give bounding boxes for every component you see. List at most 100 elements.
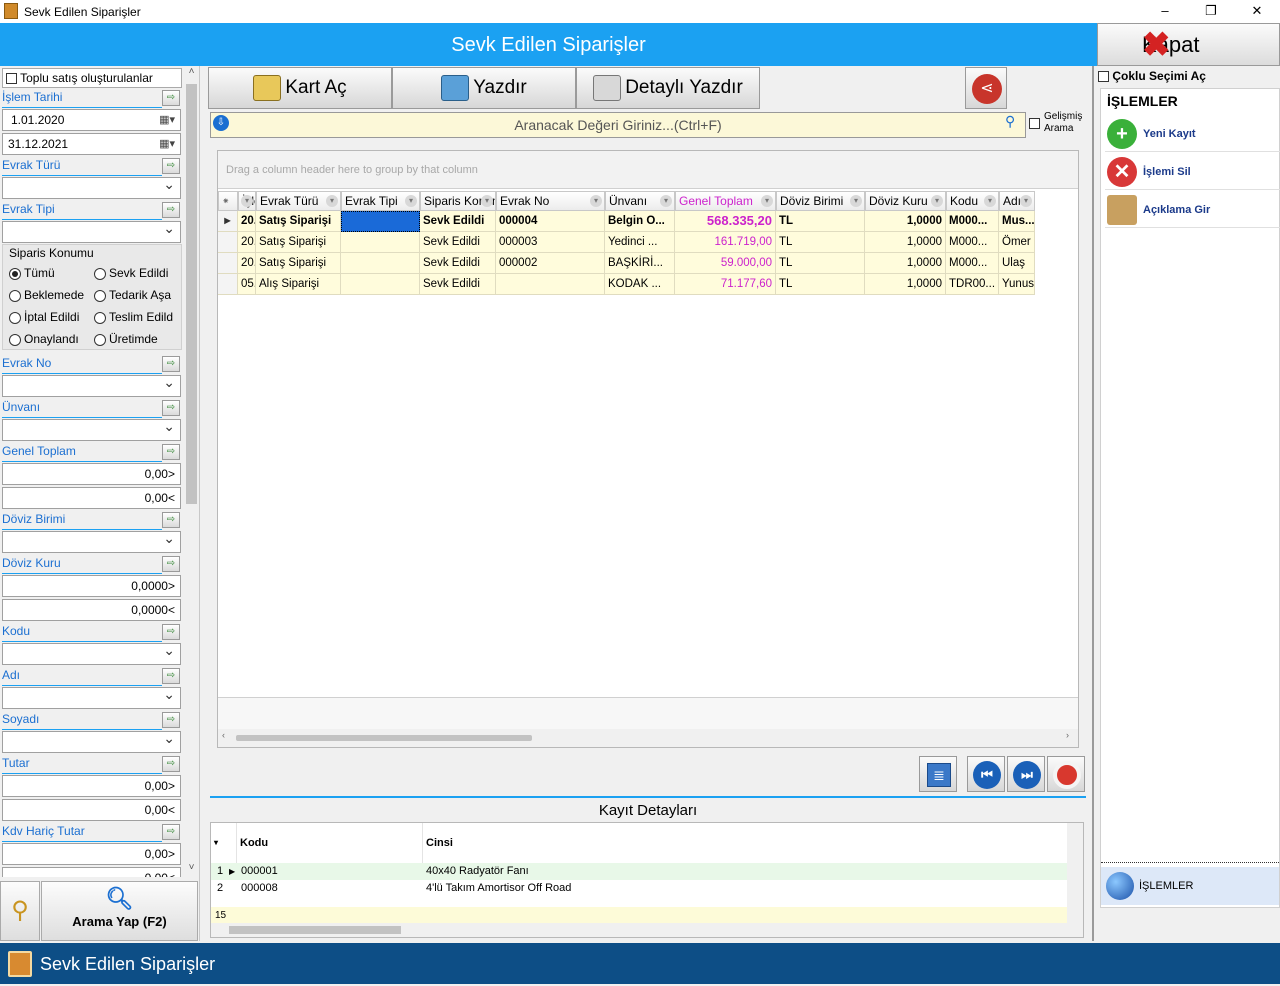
genel-toplam-min-field[interactable]: 0,00>: [2, 463, 181, 485]
table-cell[interactable]: Alış Siparişi: [256, 274, 341, 295]
doviz-birimi-filter-toggle-icon[interactable]: ⇨: [162, 512, 180, 528]
column-header[interactable]: Evrak No ▾: [496, 191, 605, 211]
add-note-button[interactable]: Açıklama Gir: [1105, 192, 1280, 228]
genel-toplam-max-field[interactable]: 0,00<: [2, 487, 181, 509]
table-row[interactable]: 20.10.2021 1...Satış Siparişi Sevk Edildi…: [218, 253, 1078, 274]
table-cell[interactable]: 71.177,60: [675, 274, 776, 295]
table-cell[interactable]: TL: [776, 211, 865, 232]
evrak-tipi-select[interactable]: [2, 218, 181, 243]
table-cell[interactable]: Yunus: [999, 274, 1035, 295]
evrak-turu-select[interactable]: [2, 174, 181, 199]
nav-islemler[interactable]: İŞLEMLER: [1101, 867, 1279, 905]
kdv-haric-filter-toggle-icon[interactable]: ⇨: [162, 824, 180, 840]
table-cell[interactable]: 1,0000: [865, 253, 946, 274]
toplu-satis-checkbox[interactable]: Toplu satış oluşturulanlar: [2, 68, 182, 88]
table-cell[interactable]: 1,0000: [865, 274, 946, 295]
grid-view-button[interactable]: ≣: [919, 756, 957, 792]
detail-vertical-scrollbar[interactable]: [1067, 823, 1083, 923]
column-header[interactable]: Genel Toplam ▾: [675, 191, 776, 211]
table-cell[interactable]: 1,0000: [865, 211, 946, 232]
delete-record-button[interactable]: ✕ İşlemi Sil: [1105, 154, 1280, 190]
filter-icon[interactable]: ▾: [660, 195, 672, 207]
doviz-kuru-max-field[interactable]: 0,0000<: [2, 599, 181, 621]
table-cell[interactable]: TL: [776, 253, 865, 274]
close-window-button[interactable]: ✕: [1234, 0, 1280, 23]
table-cell[interactable]: Ömer: [999, 232, 1035, 253]
table-cell[interactable]: Yedinci ...: [605, 232, 675, 253]
grid-scroll-thumb[interactable]: [236, 735, 532, 741]
filter-icon[interactable]: ▾: [1020, 195, 1032, 207]
date-to-field[interactable]: 31.12.2021: [2, 133, 181, 155]
radio-onaylandi[interactable]: Onaylandı: [9, 332, 79, 346]
splitter[interactable]: [1101, 862, 1279, 866]
radio-sevk-edildi[interactable]: Sevk Edildi: [94, 266, 168, 280]
radio-teslim[interactable]: Teslim Edild: [94, 310, 173, 324]
table-row[interactable]: 20.10.2021 1...Satış Siparişi Sevk Edildi…: [218, 232, 1078, 253]
radio-tedarik[interactable]: Tedarik Aşa: [94, 288, 171, 302]
adi-filter-toggle-icon[interactable]: ⇨: [162, 668, 180, 684]
date-from-field[interactable]: 1.01.2020: [2, 109, 181, 131]
table-cell[interactable]: 59.000,00: [675, 253, 776, 274]
filter-icon[interactable]: ▾: [761, 195, 773, 207]
advanced-search-checkbox[interactable]: Gelişmiş Arama: [1029, 111, 1089, 139]
last-record-button[interactable]: ⏭: [1007, 756, 1045, 792]
search-options-icon[interactable]: ⇩: [213, 115, 229, 131]
table-cell[interactable]: Sevk Edildi: [420, 232, 496, 253]
adi-select[interactable]: [2, 684, 181, 709]
table-cell[interactable]: 000002: [496, 253, 605, 274]
scroll-down-icon[interactable]: ˅: [186, 862, 197, 876]
table-cell[interactable]: M000...: [946, 211, 999, 232]
minimize-button[interactable]: –: [1142, 0, 1188, 23]
filter-scrollbar-thumb[interactable]: [186, 84, 197, 504]
table-row[interactable]: ▶20.10.2021 1...Satış Siparişi Sevk Edild…: [218, 211, 1078, 232]
filter-icon[interactable]: ▾: [850, 195, 862, 207]
table-cell[interactable]: TDR00...: [946, 274, 999, 295]
table-cell[interactable]: Ulaş: [999, 253, 1035, 274]
clear-filters-button[interactable]: ⚲: [0, 881, 40, 941]
filter-icon[interactable]: ▾: [481, 195, 493, 207]
table-cell[interactable]: Mus...: [999, 211, 1035, 232]
column-header[interactable]: Siparis Konumu▾: [420, 191, 496, 211]
filter-icon[interactable]: ▾: [241, 195, 253, 207]
search-magnifier-icon[interactable]: ⚲: [1005, 113, 1015, 130]
detail-horizontal-scrollbar[interactable]: [211, 923, 1083, 937]
first-record-button[interactable]: ⏮: [967, 756, 1005, 792]
kdv-haric-max-field[interactable]: 0,00<: [2, 867, 181, 877]
radio-beklemede[interactable]: Beklemede: [9, 288, 84, 302]
table-cell[interactable]: [341, 274, 420, 295]
new-record-button[interactable]: + Yeni Kayıt: [1105, 116, 1280, 152]
column-header[interactable]: Ünvanı ▾: [605, 191, 675, 211]
tutar-filter-toggle-icon[interactable]: ⇨: [162, 756, 180, 772]
filter-icon[interactable]: ▾: [590, 195, 602, 207]
kdv-haric-min-field[interactable]: 0,00>: [2, 843, 181, 865]
restore-button[interactable]: ❐: [1188, 0, 1234, 23]
table-cell[interactable]: M000...: [946, 232, 999, 253]
column-header[interactable]: Kodu ▾: [946, 191, 999, 211]
kodu-filter-toggle-icon[interactable]: ⇨: [162, 624, 180, 640]
radio-iptal[interactable]: İptal Edildi: [9, 310, 79, 324]
detail-row[interactable]: 1 ▶ 000001 40x40 Radyatör Fanı: [211, 863, 1067, 880]
detail-col-kodu[interactable]: Kodu: [237, 823, 423, 863]
table-cell[interactable]: Sevk Edildi: [420, 211, 496, 232]
scroll-right-icon[interactable]: ›: [1066, 730, 1069, 740]
soyadi-select[interactable]: [2, 728, 181, 753]
doviz-birimi-select[interactable]: [2, 528, 181, 553]
help-button[interactable]: [1047, 756, 1085, 792]
filter-icon[interactable]: ▾: [405, 195, 417, 207]
table-cell[interactable]: Satış Siparişi: [256, 211, 341, 232]
group-by-panel[interactable]: Drag a column header here to group by th…: [218, 151, 1078, 189]
detail-new-row[interactable]: 15: [211, 907, 1067, 924]
filter-icon[interactable]: ▾: [326, 195, 338, 207]
table-cell[interactable]: TL: [776, 274, 865, 295]
table-cell[interactable]: Satış Siparişi: [256, 232, 341, 253]
table-cell[interactable]: Belgin O...: [605, 211, 675, 232]
table-cell[interactable]: [341, 232, 420, 253]
search-button[interactable]: 🔍︎ Arama Yap (F2): [41, 881, 198, 941]
kodu-select[interactable]: [2, 640, 181, 665]
detail-col-cinsi[interactable]: Cinsi: [423, 823, 1067, 863]
table-cell[interactable]: BAŞKİRİ...: [605, 253, 675, 274]
genel-toplam-filter-toggle-icon[interactable]: ⇨: [162, 444, 180, 460]
table-cell[interactable]: TL: [776, 232, 865, 253]
column-header[interactable]: Evrak Türü ▾: [256, 191, 341, 211]
evrak-no-filter-toggle-icon[interactable]: ⇨: [162, 356, 180, 372]
